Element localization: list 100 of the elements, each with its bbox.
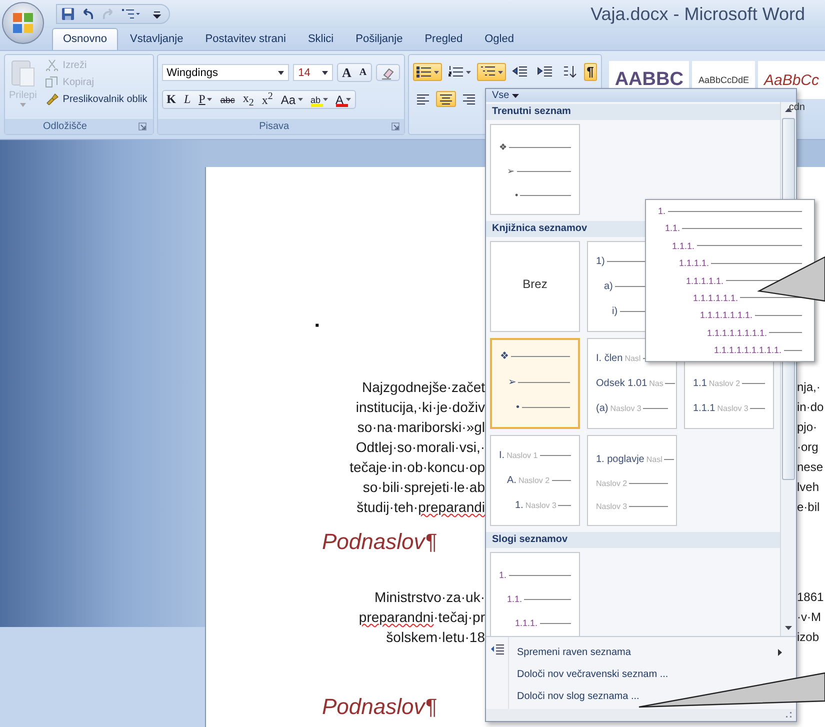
caret-icon <box>322 70 328 74</box>
caret-icon <box>322 98 328 101</box>
numbering-icon <box>448 65 464 79</box>
format-button[interactable]: Aa <box>276 91 307 108</box>
level-number: 1.1. <box>665 223 680 234</box>
text-line: ·v·M <box>797 610 822 624</box>
text-line: in·do <box>797 400 825 414</box>
caret-icon <box>278 70 284 74</box>
multilevel-button[interactable] <box>476 63 506 81</box>
filter-dropdown[interactable]: Vse <box>492 90 520 101</box>
ribbon-tab[interactable]: Sklici <box>298 29 344 50</box>
align-center-button[interactable] <box>436 91 456 107</box>
text-line: ·org <box>797 440 820 454</box>
format-button[interactable]: P <box>194 91 216 108</box>
font-name-field[interactable]: Wingdings <box>162 64 290 81</box>
list-level-icon <box>490 643 504 655</box>
show-marks-button[interactable]: ¶ <box>584 63 597 81</box>
section-header: Trenutni seznam <box>486 104 780 120</box>
text-line: pjo· <box>797 420 818 434</box>
text-line: 1861 <box>797 590 825 604</box>
format-button[interactable]: x$^{2}$ <box>258 91 277 108</box>
format-button[interactable]: ab <box>306 91 332 108</box>
subheading: Podnaslov¶ <box>322 694 437 720</box>
save-icon[interactable] <box>61 7 75 21</box>
menu-item[interactable]: Spremeni raven seznama <box>509 641 796 663</box>
caret-icon <box>512 94 520 98</box>
caret-icon <box>466 70 471 74</box>
window-title: Vaja.docx - Microsoft Word <box>590 4 805 24</box>
scissors-icon <box>44 59 59 71</box>
sort-icon <box>562 65 578 79</box>
indent-icon <box>536 65 553 79</box>
caret-icon <box>20 103 26 107</box>
list-style-tile[interactable]: 1. poglavje Nasl Naslov 2 Naslov 3 <box>587 435 677 526</box>
text-line: preparandni·tečaj·pr <box>358 609 485 625</box>
caret-icon <box>298 98 303 101</box>
font-size-field[interactable]: 14 <box>293 64 333 81</box>
level-number: 1.1.1.1.1.1.1.1. <box>707 328 768 338</box>
list-icon[interactable] <box>121 7 141 21</box>
text-line: so·bili·sprejeti·le·ab <box>362 479 485 495</box>
list-style-tile[interactable]: ❖ ➢ • <box>490 124 580 215</box>
format-button[interactable]: abc <box>216 91 239 108</box>
text-line: e·bil <box>797 500 821 514</box>
ribbon-tab[interactable]: Ogled <box>474 29 524 50</box>
text-line: nese <box>797 460 824 474</box>
subheading: Podnaslov¶ <box>322 529 437 555</box>
bullet-marker: ▪ <box>315 317 320 333</box>
resize-grip-icon[interactable] <box>786 712 792 718</box>
text-line: Najzgodnejše·začet <box>362 379 485 395</box>
outdent-icon <box>512 65 528 79</box>
ribbon-tab[interactable]: Vstavljanje <box>120 29 194 50</box>
caret-icon[interactable] <box>153 9 161 19</box>
grow-font-button[interactable]: A <box>338 64 356 81</box>
ribbon-tab[interactable]: Osnovno <box>52 28 118 50</box>
clipboard-command[interactable]: Preslikovalnik oblik <box>44 93 148 105</box>
office-logo-icon <box>11 11 35 35</box>
bullets-icon <box>416 65 432 79</box>
align-center-icon <box>438 93 453 105</box>
dialog-launcher-icon[interactable] <box>390 122 400 131</box>
ribbon-tab[interactable]: Pregled <box>414 29 473 50</box>
caret-icon <box>207 98 212 101</box>
undo-icon[interactable] <box>81 7 95 21</box>
caret-icon <box>346 98 351 101</box>
text-line: študij·teh·preparandi <box>356 499 485 515</box>
format-button[interactable]: L <box>180 91 195 108</box>
format-button[interactable]: A <box>332 91 355 108</box>
clipboard-icon <box>10 58 36 88</box>
bullets-button[interactable] <box>412 63 442 81</box>
shrink-font-button[interactable]: A <box>355 64 371 81</box>
style-name: cdn <box>788 102 806 113</box>
text-line: nja,· <box>797 380 822 394</box>
list-style-tile[interactable]: I. Naslov 1 A. Naslov 2 1. Naslov 3 <box>490 435 580 526</box>
clear-formatting-button[interactable] <box>376 64 400 81</box>
ribbon-tab[interactable]: Postavitev strani <box>195 29 296 50</box>
align-left-icon <box>416 93 430 105</box>
text-line: so·na·mariborski·»gl <box>357 419 485 435</box>
brush-icon <box>44 93 59 105</box>
list-style-tile[interactable]: 1.1.1. 1.1.1. <box>490 552 580 636</box>
list-style-tile[interactable]: ❖ ➢ • <box>490 338 580 429</box>
ribbon-tab[interactable]: Pošiljanje <box>346 29 413 50</box>
text-line: institucija,·ki·je·doživ <box>356 399 485 415</box>
group-label: Pisava <box>259 121 290 132</box>
caret-icon <box>434 70 439 74</box>
text-line: šolskem·letu·18 <box>386 629 485 645</box>
caret-icon <box>498 70 503 74</box>
level-number: 1.1.1.1.1. <box>686 276 724 286</box>
format-button[interactable]: K <box>162 91 180 108</box>
submenu-arrow-icon <box>778 648 782 656</box>
text-line: izob <box>797 630 820 644</box>
dialog-launcher-icon[interactable] <box>138 122 147 131</box>
text-line: lveh <box>797 480 820 494</box>
level-number: 1.1.1.1.1.1.1. <box>700 310 753 320</box>
text-line: tečaje·in·ob·koncu·op <box>350 459 485 475</box>
text-line: Ministrstvo·za·uk· <box>374 589 485 605</box>
text-line: Odtlej·so·morali·vsi,· <box>356 439 485 455</box>
section-header: Slogi seznamov <box>486 532 780 548</box>
list-style-tile[interactable]: I. člen Nasl Odsek 1.01 Nas (a) Naslov 3 <box>587 338 677 429</box>
group-label: Odložišče <box>43 121 87 132</box>
list-style-tile[interactable]: Brez <box>490 241 580 332</box>
format-button[interactable]: x$_{2}$ <box>238 91 258 108</box>
level-number: 1. <box>658 206 666 216</box>
